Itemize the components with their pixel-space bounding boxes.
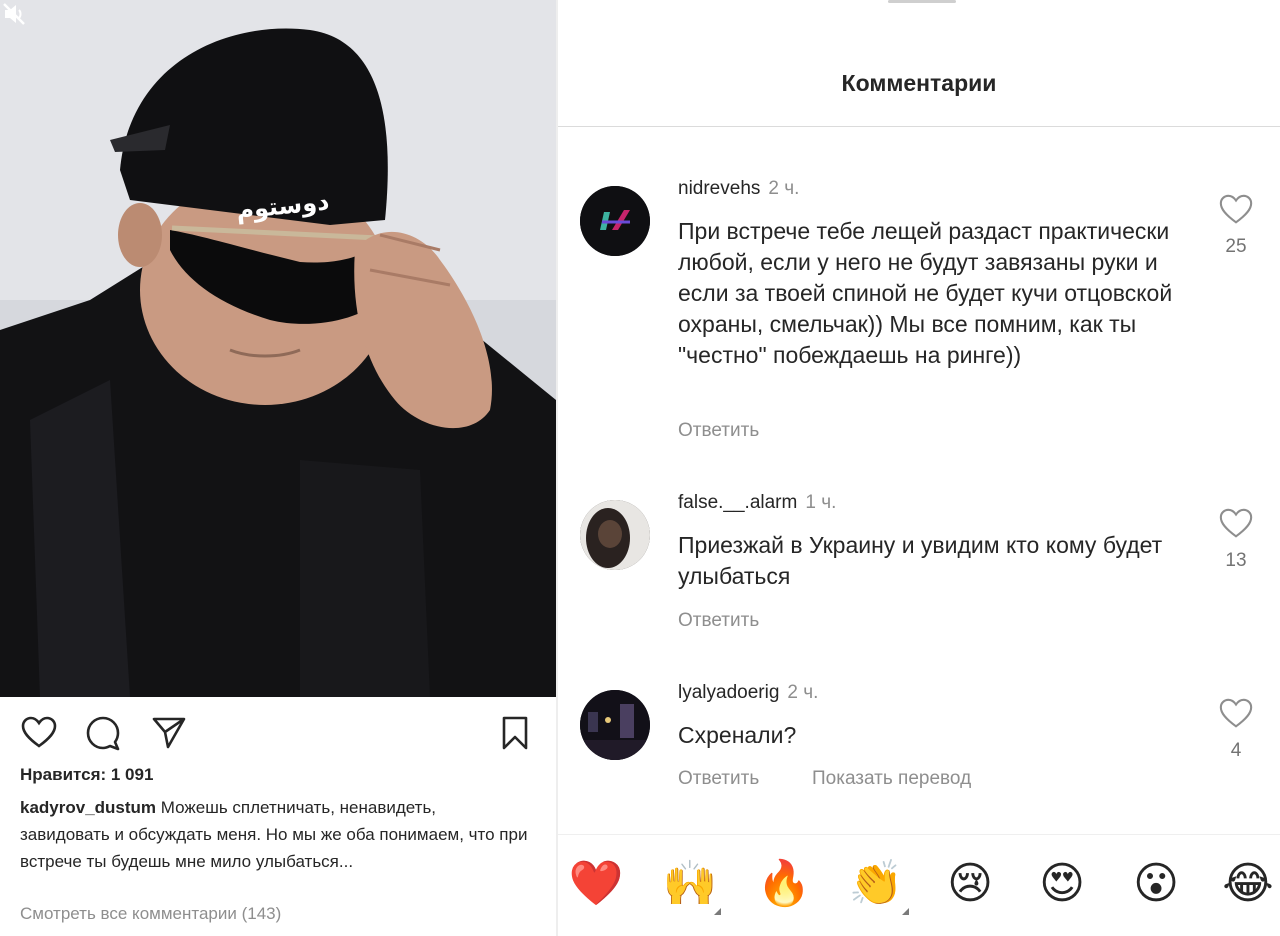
avatar[interactable] [580, 690, 650, 760]
avatar-photo [580, 690, 650, 760]
comment-heart-icon[interactable] [1218, 506, 1254, 542]
comments-panel: Комментарии nidrevehs 2 ч. При встрече те… [558, 0, 1280, 936]
skin-tone-indicator-icon [902, 908, 909, 915]
comment-heart-icon[interactable] [1218, 192, 1254, 228]
reply-button[interactable]: Ответить [678, 420, 759, 442]
post-photo-illustration [0, 0, 556, 697]
view-all-comments-link[interactable]: Смотреть все комментарии (143) [20, 904, 281, 924]
reply-button[interactable]: Ответить [678, 768, 759, 790]
likes-count[interactable]: Нравится: 1 091 [20, 765, 153, 785]
avatar-photo [580, 500, 650, 570]
comment-time: 2 ч. [768, 178, 800, 199]
paper-plane-icon[interactable] [150, 714, 188, 752]
emoji-heart-eyes[interactable]: 😍 [1034, 856, 1090, 912]
comment-time: 2 ч. [787, 682, 819, 703]
emoji-clapping[interactable]: 👏 [848, 856, 904, 912]
comment-username[interactable]: lyalyadoerig [678, 682, 779, 703]
caption-username[interactable]: kadyrov_dustum [20, 798, 156, 817]
header-divider [558, 126, 1280, 127]
comment-text: Приезжай в Украину и увидим кто кому буд… [678, 532, 1163, 589]
avatar-logo [580, 186, 650, 256]
post-photo[interactable]: دوستوم [0, 0, 556, 697]
avatar[interactable] [580, 500, 650, 570]
reply-button[interactable]: Ответить [678, 610, 759, 632]
avatar[interactable] [580, 186, 650, 256]
emoji-raised-hands[interactable]: 🙌 [662, 856, 718, 912]
comment-username[interactable]: false.__.alarm [678, 492, 797, 513]
comment-username-row: lyalyadoerig 2 ч. [678, 682, 818, 704]
comment-like-count: 25 [1225, 236, 1247, 257]
emoji-tears-of-joy[interactable]: 😂 [1220, 856, 1276, 912]
heart-icon[interactable] [20, 714, 58, 752]
emoji-fire[interactable]: 🔥 [756, 856, 812, 912]
emoji-bar-divider [558, 834, 1280, 835]
comment-time: 1 ч. [805, 492, 837, 513]
comment-heart-icon[interactable] [1218, 696, 1254, 732]
sheet-drag-handle[interactable] [888, 0, 956, 3]
skin-tone-indicator-icon [714, 908, 721, 915]
comment-username[interactable]: nidrevehs [678, 178, 760, 199]
emoji-crying[interactable]: 😢 [942, 856, 998, 912]
comment-like-count: 13 [1225, 550, 1247, 571]
comment-bubble-icon[interactable] [84, 714, 122, 752]
show-translation-button[interactable]: Показать перевод [812, 768, 971, 790]
emoji-heart[interactable]: ❤️ [568, 856, 624, 912]
post-caption: kadyrov_dustum Можешь сплетничать, ненав… [20, 794, 530, 875]
comment-username-row: nidrevehs 2 ч. [678, 178, 799, 200]
post-actions-bar [0, 710, 556, 756]
speaker-muted-icon[interactable] [0, 0, 28, 28]
comment-username-row: false.__.alarm 1 ч. [678, 492, 836, 514]
comment-like-count: 4 [1230, 740, 1242, 761]
bookmark-icon[interactable] [496, 714, 534, 752]
comment-text: Схренали? [678, 722, 797, 748]
emoji-astonished[interactable]: 😮 [1128, 856, 1184, 912]
comments-title: Комментарии [841, 70, 997, 96]
comment-text: При встрече тебе лещей раздаст практичес… [678, 218, 1173, 368]
post-panel: دوستوم Нравится: 1 091 kadyrov_dustum Мо… [0, 0, 556, 936]
